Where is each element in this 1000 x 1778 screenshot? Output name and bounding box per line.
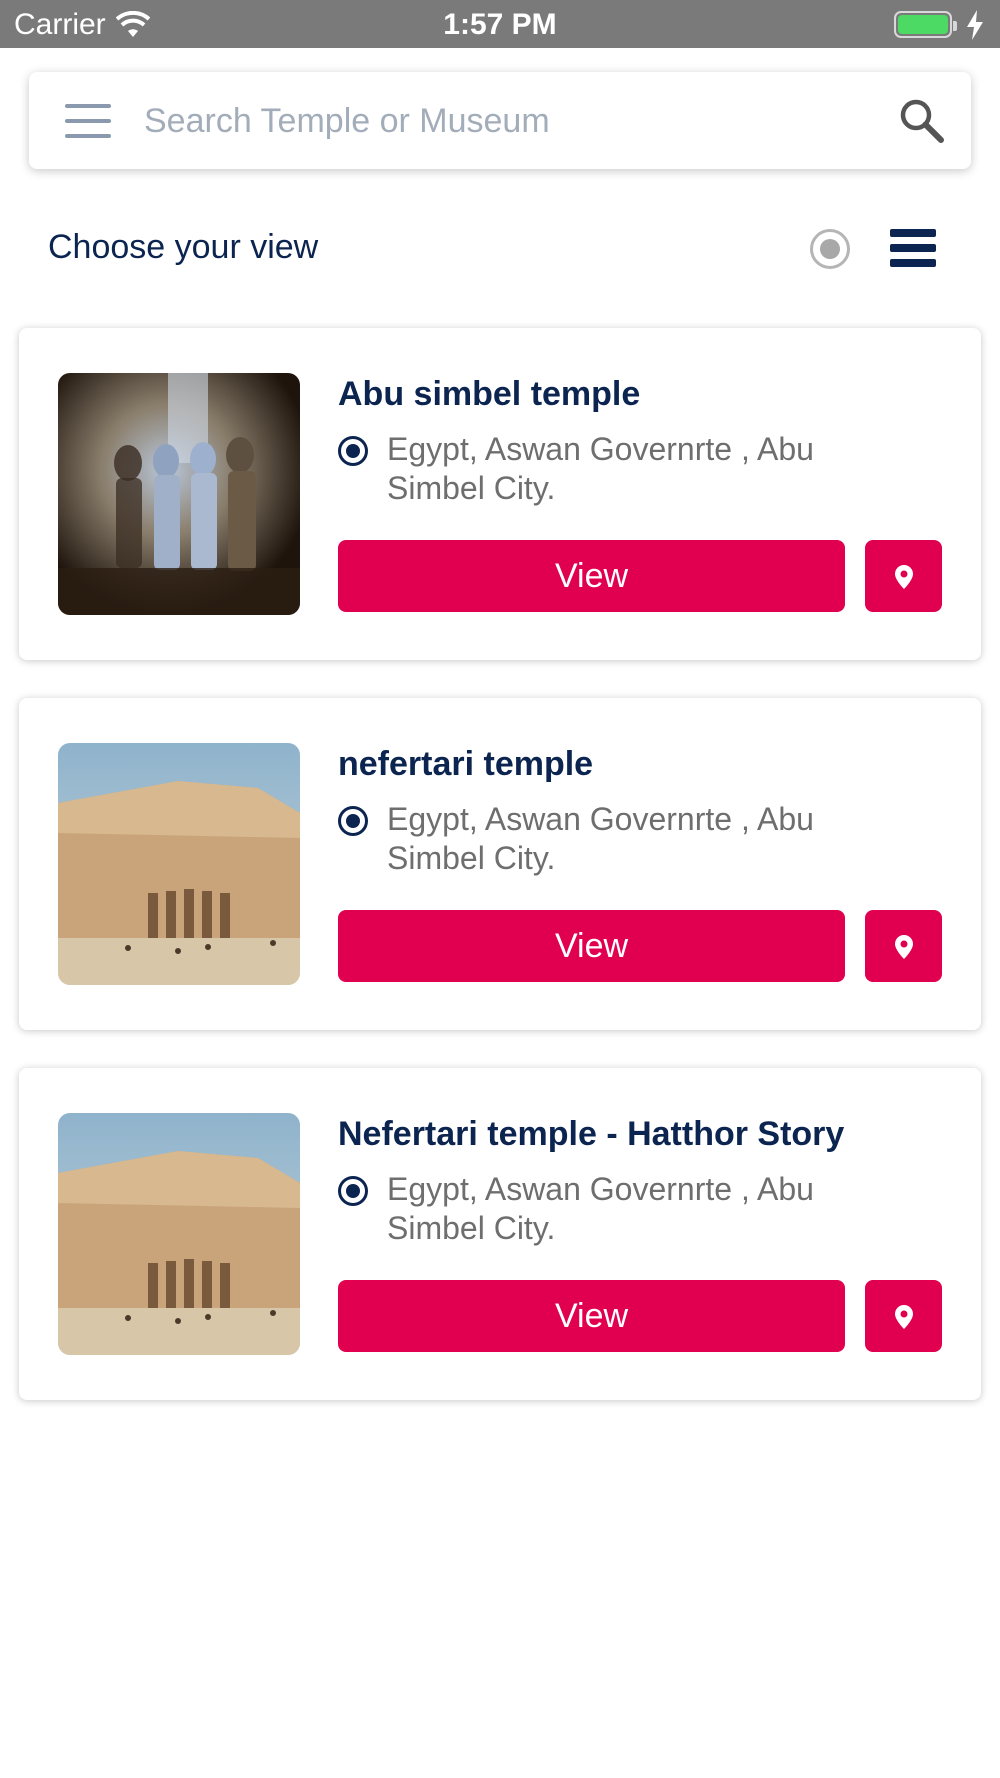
place-card: nefertari temple Egypt, Aswan Governrte …: [19, 698, 981, 1030]
place-location: Egypt, Aswan Governrte , Abu Simbel City…: [387, 801, 814, 876]
search-bar: [29, 72, 971, 169]
view-button[interactable]: View: [338, 540, 845, 612]
place-card: Abu simbel temple Egypt, Aswan Governrte…: [19, 328, 981, 660]
place-title: nefertari temple: [338, 745, 594, 783]
status-bar: Carrier 1:57 PM: [0, 0, 1000, 48]
charging-bolt-icon: [967, 10, 983, 40]
grid-view-radio-icon[interactable]: [810, 229, 850, 269]
place-title: Abu simbel temple: [338, 375, 641, 413]
list-view-icon[interactable]: [890, 229, 936, 269]
battery-level: [898, 15, 948, 34]
map-pin-icon: [895, 935, 913, 959]
map-pin-icon: [895, 565, 913, 589]
location-radio-icon: [338, 1176, 368, 1206]
map-location-button[interactable]: [865, 910, 942, 982]
place-image[interactable]: [58, 1113, 300, 1355]
place-image[interactable]: [58, 373, 300, 615]
place-card: Nefertari temple - Hatthor Story Egypt, …: [19, 1068, 981, 1400]
view-button[interactable]: View: [338, 910, 845, 982]
search-input[interactable]: [144, 92, 884, 150]
place-image[interactable]: [58, 743, 300, 985]
battery-icon: [894, 11, 957, 38]
map-location-button[interactable]: [865, 540, 942, 612]
location-radio-icon: [338, 806, 368, 836]
place-title: Nefertari temple - Hatthor Story: [338, 1115, 845, 1153]
place-location: Egypt, Aswan Governrte , Abu Simbel City…: [387, 431, 814, 506]
place-location: Egypt, Aswan Governrte , Abu Simbel City…: [387, 1171, 814, 1246]
search-icon[interactable]: [897, 96, 945, 144]
choose-view-label: Choose your view: [48, 228, 319, 266]
map-pin-icon: [895, 1305, 913, 1329]
hamburger-menu-icon[interactable]: [65, 104, 111, 138]
map-location-button[interactable]: [865, 1280, 942, 1352]
clock: 1:57 PM: [443, 8, 557, 41]
location-radio-icon: [338, 436, 368, 466]
view-button[interactable]: View: [338, 1280, 845, 1352]
